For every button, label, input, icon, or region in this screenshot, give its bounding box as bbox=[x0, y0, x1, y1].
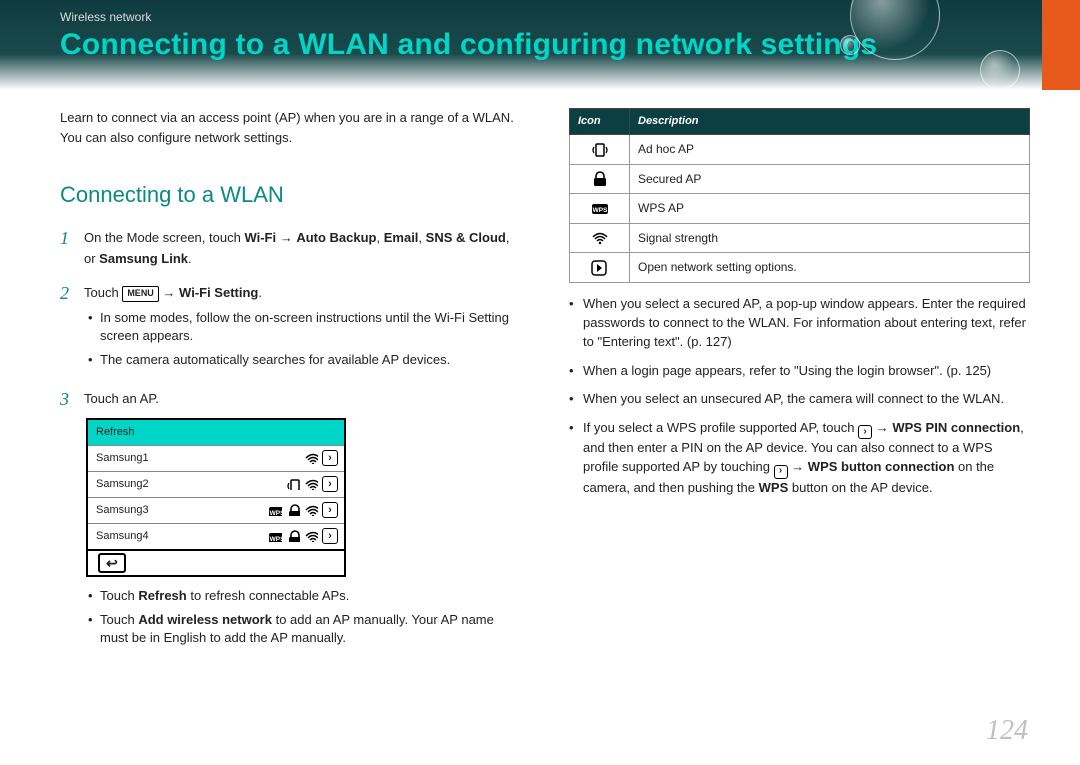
step1-email: Email bbox=[384, 230, 419, 245]
page-header: Wireless network Connecting to a WLAN an… bbox=[0, 0, 1080, 90]
table-row: Ad hoc AP bbox=[570, 135, 1030, 165]
right-bullet-2: When a login page appears, refer to "Usi… bbox=[569, 362, 1030, 381]
adhoc-icon bbox=[286, 478, 300, 490]
lock-icon bbox=[591, 171, 609, 187]
adhoc-icon bbox=[591, 142, 609, 158]
step3-text: Touch an AP. bbox=[84, 389, 521, 409]
chevron-icon[interactable]: › bbox=[322, 476, 338, 492]
chevron-icon[interactable]: › bbox=[322, 528, 338, 544]
page-number: 124 bbox=[986, 715, 1028, 747]
table-row: Signal strength bbox=[570, 223, 1030, 253]
step1-text: On the Mode screen, touch bbox=[84, 230, 244, 245]
arrow: → bbox=[159, 285, 179, 300]
wifi-icon bbox=[304, 504, 318, 516]
table-row: Secured AP bbox=[570, 164, 1030, 194]
chevron-icon bbox=[591, 260, 609, 276]
step3-note1: Touch Refresh to refresh connectable APs… bbox=[88, 587, 521, 605]
step2-wifisetting: Wi-Fi Setting bbox=[179, 285, 258, 300]
chevron-icon[interactable]: › bbox=[322, 450, 338, 466]
decorative-bubble bbox=[980, 50, 1020, 90]
ap-name: Samsung1 bbox=[96, 450, 304, 467]
arrow: → bbox=[276, 230, 296, 245]
step-number: 2 bbox=[60, 283, 74, 380]
th-desc: Description bbox=[630, 109, 1030, 135]
step-1: 1 On the Mode screen, touch Wi-Fi → Auto… bbox=[60, 228, 521, 272]
chevron-icon[interactable]: › bbox=[322, 502, 338, 518]
right-column: Icon Description Ad hoc AP Secured AP bbox=[569, 108, 1030, 667]
step-3: 3 Touch an AP. Refresh Samsung1 › bbox=[60, 389, 521, 657]
ap-row[interactable]: Samsung3 › bbox=[88, 497, 344, 523]
wps-icon bbox=[268, 504, 282, 516]
wps-icon bbox=[591, 201, 609, 217]
step3-note2: Touch Add wireless network to add an AP … bbox=[88, 611, 521, 647]
step-2: 2 Touch MENU → Wi-Fi Setting. In some mo… bbox=[60, 283, 521, 380]
th-icon: Icon bbox=[570, 109, 630, 135]
table-desc: Ad hoc AP bbox=[630, 135, 1030, 165]
step1-sns: SNS & Cloud bbox=[426, 230, 506, 245]
table-desc: Secured AP bbox=[630, 164, 1030, 194]
lock-icon bbox=[286, 504, 300, 516]
wifi-icon bbox=[304, 530, 318, 542]
step1-autobackup: Auto Backup bbox=[296, 230, 376, 245]
step-number: 1 bbox=[60, 228, 74, 272]
ap-name: Samsung4 bbox=[96, 528, 268, 545]
table-row: Open network setting options. bbox=[570, 253, 1030, 283]
ap-name: Samsung2 bbox=[96, 476, 286, 493]
chevron-icon: › bbox=[858, 425, 872, 439]
step2-note1: In some modes, follow the on-screen inst… bbox=[88, 309, 521, 345]
step1-samsunglink: Samsung Link bbox=[99, 251, 188, 266]
right-bullet-3: When you select an unsecured AP, the cam… bbox=[569, 390, 1030, 409]
lock-icon bbox=[286, 530, 300, 542]
ap-row[interactable]: Samsung4 › bbox=[88, 523, 344, 549]
wifi-icon bbox=[304, 452, 318, 464]
step-number: 3 bbox=[60, 389, 74, 657]
right-bullet-1: When you select a secured AP, a pop-up w… bbox=[569, 295, 1030, 352]
right-bullet-4: If you select a WPS profile supported AP… bbox=[569, 419, 1030, 497]
wifi-icon bbox=[304, 478, 318, 490]
table-desc: Open network setting options. bbox=[630, 253, 1030, 283]
table-row: WPS AP bbox=[570, 194, 1030, 224]
icon-legend-table: Icon Description Ad hoc AP Secured AP bbox=[569, 108, 1030, 283]
step1-wifi: Wi-Fi bbox=[244, 230, 276, 245]
wifi-icon bbox=[591, 231, 609, 247]
table-desc: Signal strength bbox=[630, 223, 1030, 253]
step2-pre: Touch bbox=[84, 285, 122, 300]
ap-row[interactable]: Samsung1 › bbox=[88, 445, 344, 471]
wps-icon bbox=[268, 530, 282, 542]
back-icon[interactable]: ↩ bbox=[98, 553, 126, 573]
menu-button-icon: MENU bbox=[122, 286, 159, 302]
ap-name: Samsung3 bbox=[96, 502, 268, 519]
ap-list-screen: Refresh Samsung1 › Samsung2 bbox=[86, 418, 346, 577]
intro-text: Learn to connect via an access point (AP… bbox=[60, 108, 520, 148]
ap-refresh-bar[interactable]: Refresh bbox=[88, 420, 344, 445]
section-title: Connecting to a WLAN bbox=[60, 178, 521, 212]
chevron-icon: › bbox=[774, 465, 788, 479]
left-column: Learn to connect via an access point (AP… bbox=[60, 108, 521, 667]
ap-back-row[interactable]: ↩ bbox=[88, 549, 344, 575]
decorative-bubble bbox=[840, 35, 860, 55]
step2-note2: The camera automatically searches for av… bbox=[88, 351, 521, 369]
ap-row[interactable]: Samsung2 › bbox=[88, 471, 344, 497]
table-desc: WPS AP bbox=[630, 194, 1030, 224]
